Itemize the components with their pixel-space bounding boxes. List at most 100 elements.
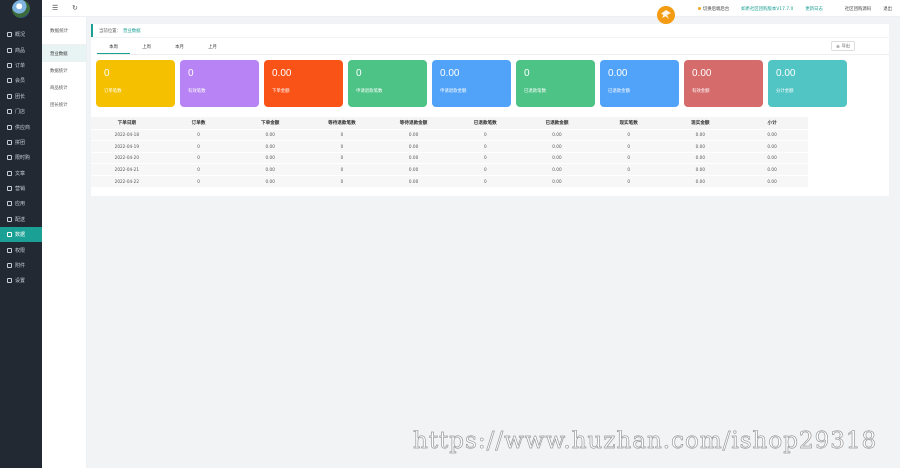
attachment-icon xyxy=(6,263,12,269)
article-icon xyxy=(6,170,12,176)
sidebar-item-label: 订单 xyxy=(15,62,26,69)
sub-menu-item[interactable]: 团长统计 xyxy=(42,96,86,113)
stat-value: 0.00 xyxy=(776,68,796,79)
column-header: 现实笔数 xyxy=(592,117,665,129)
table-cell: 0.00 xyxy=(377,128,450,141)
data-icon xyxy=(6,232,12,238)
table-cell: 0 xyxy=(449,128,522,141)
sidebar-item[interactable]: 团长 xyxy=(0,89,42,104)
sidebar-item[interactable]: 营销 xyxy=(0,181,42,196)
stat-card: 0 订单笔数 xyxy=(96,60,175,107)
sidebar-item[interactable]: 限时购 xyxy=(0,150,42,165)
column-header: 订单数 xyxy=(162,117,235,129)
stat-card: 0.00 申请退款金额 xyxy=(432,60,511,107)
sidebar-item[interactable]: 会员 xyxy=(0,73,42,88)
table-cell: 0 xyxy=(592,128,665,141)
version-link[interactable]: 如希社区团购版本V17.7.0 xyxy=(741,6,793,12)
table-cell: 0.00 xyxy=(377,163,450,175)
stat-card: 0.00 有效金额 xyxy=(684,60,763,107)
sidebar-item[interactable]: 应用 xyxy=(0,196,42,211)
sidebar-item[interactable]: 配送 xyxy=(0,212,42,227)
refresh-icon[interactable]: ↻ xyxy=(72,4,78,12)
sidebar-item[interactable]: 概况 xyxy=(0,27,42,42)
sidebar-item[interactable]: 数据 xyxy=(0,227,42,243)
stat-value: 0.00 xyxy=(608,68,628,79)
table-row: 2022-04-20 0 0.00 0 0.00 0 0.00 0 0.00 0.00 xyxy=(91,151,808,164)
stat-card: 0.00 下单金额 xyxy=(264,60,343,107)
sidebar-item[interactable]: 订单 xyxy=(0,58,42,73)
sidebar-item-label: 团长 xyxy=(15,93,26,100)
sidebar-item[interactable]: 供应商 xyxy=(0,119,42,134)
table-cell: 0.00 xyxy=(234,174,307,187)
stat-card: 0 申请退款笔数 xyxy=(348,60,427,107)
table-cell: 0 xyxy=(162,151,235,164)
sidebar-item-label: 文章 xyxy=(15,170,26,177)
stat-card: 0.00 已退款金额 xyxy=(600,60,679,107)
export-label: 导出 xyxy=(841,43,850,48)
sidebar-item[interactable]: 附件 xyxy=(0,258,42,273)
stat-label: 已退款金额 xyxy=(608,89,630,94)
stat-card: 0.00 分计金额 xyxy=(768,60,847,107)
settings-icon xyxy=(6,278,12,284)
table-cell: 0 xyxy=(449,174,522,187)
table-cell: 0.00 xyxy=(664,140,737,152)
stat-card: 0 有效笔数 xyxy=(180,60,259,107)
store-icon xyxy=(6,109,12,115)
table-cell: 0 xyxy=(449,151,522,164)
export-button[interactable]: ⊕ 导出 xyxy=(831,41,855,51)
table-header-row: 下单日期 订单数 下单金额 等待退款笔数 等待退款金额 已退款笔数 已退款金额 现实笔数 现实金… xyxy=(91,117,808,129)
sub-menu: 数据统计 营业数据 数据统计 商品统计 团长统计 xyxy=(42,17,87,468)
sidebar-item[interactable]: 权限 xyxy=(0,242,42,257)
sidebar-item[interactable]: 门店 xyxy=(0,104,42,119)
table-cell: 0.00 xyxy=(521,128,593,141)
avatar[interactable] xyxy=(12,0,30,18)
sidebar-item[interactable]: 拼团 xyxy=(0,135,42,150)
stat-value: 0.00 xyxy=(440,68,460,79)
table-cell: 0 xyxy=(162,140,235,152)
sidebar-item-label: 概况 xyxy=(15,32,26,39)
sidebar-menu: 概况商品订单会员团长门店 供应商 拼团 限时购文章营销 应用 配送数据权限附件设置 xyxy=(0,27,42,289)
community-link[interactable]: 社区团购源码 xyxy=(845,6,871,12)
stats-panel: 本周 上周 本月 上月 ⊕ 导出 0 订单笔数 0 有效笔数 0.00 下单金额 0 申请退款笔数 0… xyxy=(91,38,889,196)
table-cell: 0.00 xyxy=(234,163,307,175)
period-tab[interactable]: 本月 xyxy=(163,42,196,54)
manage-link[interactable]: 切换后端后台 xyxy=(697,6,729,12)
table-cell: 0.00 xyxy=(234,151,307,164)
sidebar-item-label: 附件 xyxy=(15,263,26,270)
sidebar-item-label: 权限 xyxy=(15,247,26,254)
sidebar-item[interactable]: 文章 xyxy=(0,166,42,181)
stat-value: 0 xyxy=(188,68,194,79)
stat-label: 有效金额 xyxy=(692,89,710,94)
table-cell: 0 xyxy=(306,128,378,141)
menu-toggle-icon[interactable]: ☰ xyxy=(52,4,58,12)
logout-link[interactable]: 退出 xyxy=(883,6,892,12)
table-cell: 0 xyxy=(306,140,378,152)
sidebar-item[interactable]: 商品 xyxy=(0,42,42,57)
column-header: 现实金额 xyxy=(664,117,737,129)
stat-label: 有效笔数 xyxy=(188,89,206,94)
period-tab[interactable]: 上周 xyxy=(130,42,163,54)
sub-menu-item[interactable]: 商品统计 xyxy=(42,79,86,96)
breadcrumb-current[interactable]: 营业数据 xyxy=(123,28,141,34)
period-tab[interactable]: 本周 xyxy=(97,42,130,54)
order-icon xyxy=(6,62,12,68)
stat-label: 订单笔数 xyxy=(104,89,122,94)
table-cell: 0.00 xyxy=(664,174,737,187)
table-cell: 2022-04-20 xyxy=(91,151,163,164)
period-tab[interactable]: 上月 xyxy=(196,42,229,54)
column-header: 等待退款笔数 xyxy=(306,117,378,129)
table-cell: 0.00 xyxy=(736,174,808,187)
delivery-icon xyxy=(6,216,12,222)
sidebar-item[interactable]: 设置 xyxy=(0,273,42,288)
table-cell: 0 xyxy=(592,140,665,152)
sub-menu-item[interactable]: 营业数据 xyxy=(42,45,86,62)
main-sidebar: 概况商品订单会员团长门店 供应商 拼团 限时购文章营销 应用 配送数据权限附件设置 xyxy=(0,0,42,468)
sidebar-item-label: 数据 xyxy=(15,232,26,239)
period-tabs: 本周 上周 本月 上月 xyxy=(97,42,889,55)
table-cell: 0 xyxy=(306,163,378,175)
stat-label: 已退款笔数 xyxy=(524,89,546,94)
table-cell: 0 xyxy=(592,151,665,164)
sub-menu-item[interactable]: 数据统计 xyxy=(42,62,86,79)
update-log-link[interactable]: 更新日志 xyxy=(805,6,823,12)
table-cell: 0 xyxy=(449,163,522,175)
